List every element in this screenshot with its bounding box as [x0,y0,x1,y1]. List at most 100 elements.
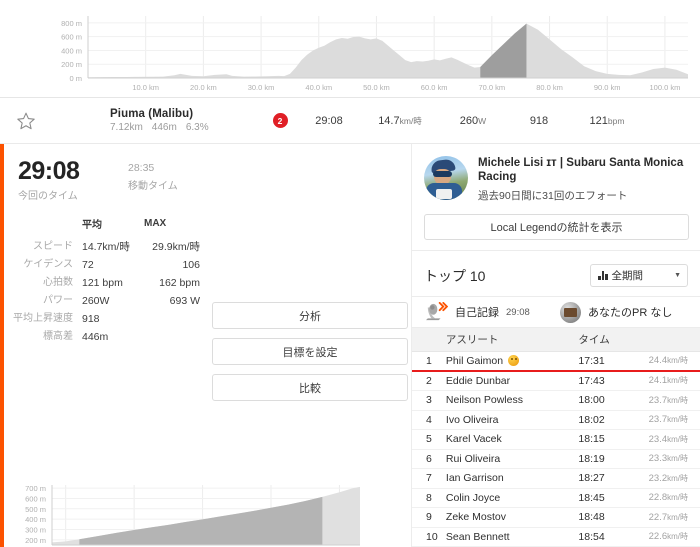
cell-rank: 4 [426,413,432,426]
cell-athlete[interactable]: Ian Garrison [446,472,579,484]
segment-grade: 6.3% [185,122,209,133]
athlete-name-link[interactable]: Eddie Dunbar [446,375,510,387]
stats-row-max: 29.9km/時 [152,241,200,253]
header-stat-value: 260 [459,114,479,127]
segment-header-row[interactable]: Piuma (Malibu) 7.12km 446m 6.3% 2 29:08 1… [0,98,700,144]
cell-rank: 9 [426,511,432,524]
athlete-name-link[interactable]: Rui Oliveira [446,453,500,465]
cell-speed: 22.8km/時 [638,492,700,503]
cell-speed-value: 23.4 [648,433,668,445]
cell-speed: 24.4km/時 [638,355,700,366]
athlete-name[interactable]: Michele Lisi ɪᴛ | Subaru Santa Monica Ra… [478,156,690,184]
stats-avg-header: 平均 [82,220,102,231]
favorite-star-cell[interactable] [0,111,52,131]
cell-time: 18:02 [578,413,605,426]
header-stat-value: 121 [589,114,608,127]
x-tick-label: 80.0 km [536,83,563,92]
table-row[interactable]: 9 Zeke Mostov 18:48 22.7km/時 [412,508,700,528]
stats-row-max [144,310,204,328]
x-tick-label: 50.0 km [363,83,390,92]
cell-athlete[interactable]: Sean Bennett [446,531,579,543]
athlete-name-link[interactable]: Neilson Powless [446,394,523,406]
segment-name[interactable]: Piuma (Malibu) [110,108,262,120]
table-row[interactable]: 1 Phil Gaimon 17:31 24.4km/時 [412,352,700,372]
stats-row: 標高差 446m [4,328,204,346]
table-row[interactable]: 7 Ian Garrison 18:27 23.2km/時 [412,469,700,489]
local-legend-card: Michele Lisi ɪᴛ | Subaru Santa Monica Ra… [412,144,700,251]
action-button-2[interactable]: 目標を設定 [212,338,408,365]
table-row[interactable]: 6 Rui Oliveira 18:19 23.3km/時 [412,450,700,469]
header-stat-2: 14.7km/時 [360,115,440,127]
cell-speed: 22.7km/時 [638,512,700,523]
cell-speed-value: 22.8 [648,492,668,504]
leaderboard-body: 1 Phil Gaimon 17:31 24.4km/時 2 Eddie Dunbar 17… [412,352,700,547]
cell-speed-unit: km/時 [667,376,688,386]
leaderboard-header: アスリート タイム [412,328,700,352]
period-filter-select[interactable]: 全期間 ▼ [590,264,688,287]
table-row[interactable]: 10 Sean Bennett 18:54 22.6km/時 [412,528,700,547]
x-tick-label: 90.0 km [594,83,621,92]
y-tick-label: 500 m [25,505,46,514]
header-stat-value: 14.7 [378,114,400,127]
top10-header: トップ 10 全期間 ▼ [412,251,700,296]
cell-speed-value: 23.7 [648,414,668,426]
cell-speed-unit: km/時 [667,512,688,522]
stats-row-max: 106 [182,259,200,271]
athlete-name-link[interactable]: Zeke Mostov [446,511,506,523]
cell-speed-unit: km/時 [667,415,688,425]
star-outline-icon[interactable] [16,111,36,131]
chevron-down-icon: ▼ [674,272,681,279]
cell-speed-unit: km/時 [667,454,688,464]
cell-speed: 23.7km/時 [638,414,700,425]
y-tick-label: 400 m [25,515,46,524]
athlete-name-link[interactable]: Karel Vacek [446,433,502,445]
cell-athlete[interactable]: Zeke Mostov [446,511,579,523]
cell-athlete[interactable]: Neilson Powless [446,394,579,406]
segment-elevation-chart[interactable]: 200 m300 m400 m500 m600 m700 m 68.0 km70… [8,477,414,547]
action-button-1[interactable]: 分析 [212,302,408,329]
athlete-name-link[interactable]: Ivo Oliveira [446,414,499,426]
cell-athlete[interactable]: Ivo Oliveira [446,414,579,426]
x-tick-label: 20.0 km [190,83,217,92]
avatar[interactable] [424,156,468,200]
header-stats: 29:08 14.7km/時 260W 918 121bpm [298,115,642,127]
action-button-3[interactable]: 比較 [212,374,408,401]
athlete-name-link[interactable]: Colin Joyce [446,492,500,504]
moving-time-value: 28:35 [128,162,155,174]
table-row[interactable]: 2 Eddie Dunbar 17:43 24.1km/時 [412,372,700,391]
table-row[interactable]: 8 Colin Joyce 18:45 22.8km/時 [412,489,700,508]
x-tick-label: 60.0 km [421,83,448,92]
cell-time: 18:15 [578,433,605,446]
local-legend-stats-button[interactable]: Local Legendの統計を表示 [424,214,689,240]
stats-row-label: 心拍数 [43,277,73,288]
course-record-item[interactable]: 自己記録 29:08 [424,302,560,322]
cell-athlete[interactable]: Rui Oliveira [446,453,579,465]
segment-title-cell[interactable]: Piuma (Malibu) 7.12km 446m 6.3% [52,108,262,133]
athlete-row: Michele Lisi ɪᴛ | Subaru Santa Monica Ra… [424,156,690,203]
table-row[interactable]: 3 Neilson Powless 18:00 23.7km/時 [412,391,700,411]
x-tick-label: 40.0 km [305,83,332,92]
cell-rank: 7 [426,472,432,485]
y-tick-label: 700 m [25,484,46,493]
table-row[interactable]: 4 Ivo Oliveira 18:02 23.7km/時 [412,411,700,430]
overall-elevation-chart[interactable]: 0 m 200 m 400 m 600 m 800 m 10.0 km 20.0 km 30… [0,0,700,98]
y-tick-label: 200 m [25,536,46,545]
header-stat-unit: bpm [607,115,625,126]
cell-speed-value: 22.6 [648,531,668,543]
cell-time: 18:19 [578,452,605,465]
stats-row-avg: 918 [82,313,100,325]
stats-row-label: 平均上昇速度 [13,313,73,324]
cell-athlete[interactable]: Colin Joyce [446,492,579,504]
athlete-name-link[interactable]: Sean Bennett [446,531,510,543]
cell-rank: 8 [426,491,432,504]
cell-athlete[interactable]: Karel Vacek [446,433,579,445]
table-row[interactable]: 5 Karel Vacek 18:15 23.4km/時 [412,430,700,450]
segment-distance: 7.12km [110,122,143,133]
athlete-name-link[interactable]: Ian Garrison [446,472,504,484]
stats-row: パワー 260W 693 W [4,292,204,310]
stats-row-max: 162 bpm [159,277,200,289]
cell-athlete[interactable]: Eddie Dunbar [446,375,579,387]
athlete-name-link[interactable]: Phil Gaimon [446,355,503,367]
cell-athlete[interactable]: Phil Gaimon [446,355,579,367]
your-pr-item[interactable]: あなたのPR なし [560,301,672,323]
